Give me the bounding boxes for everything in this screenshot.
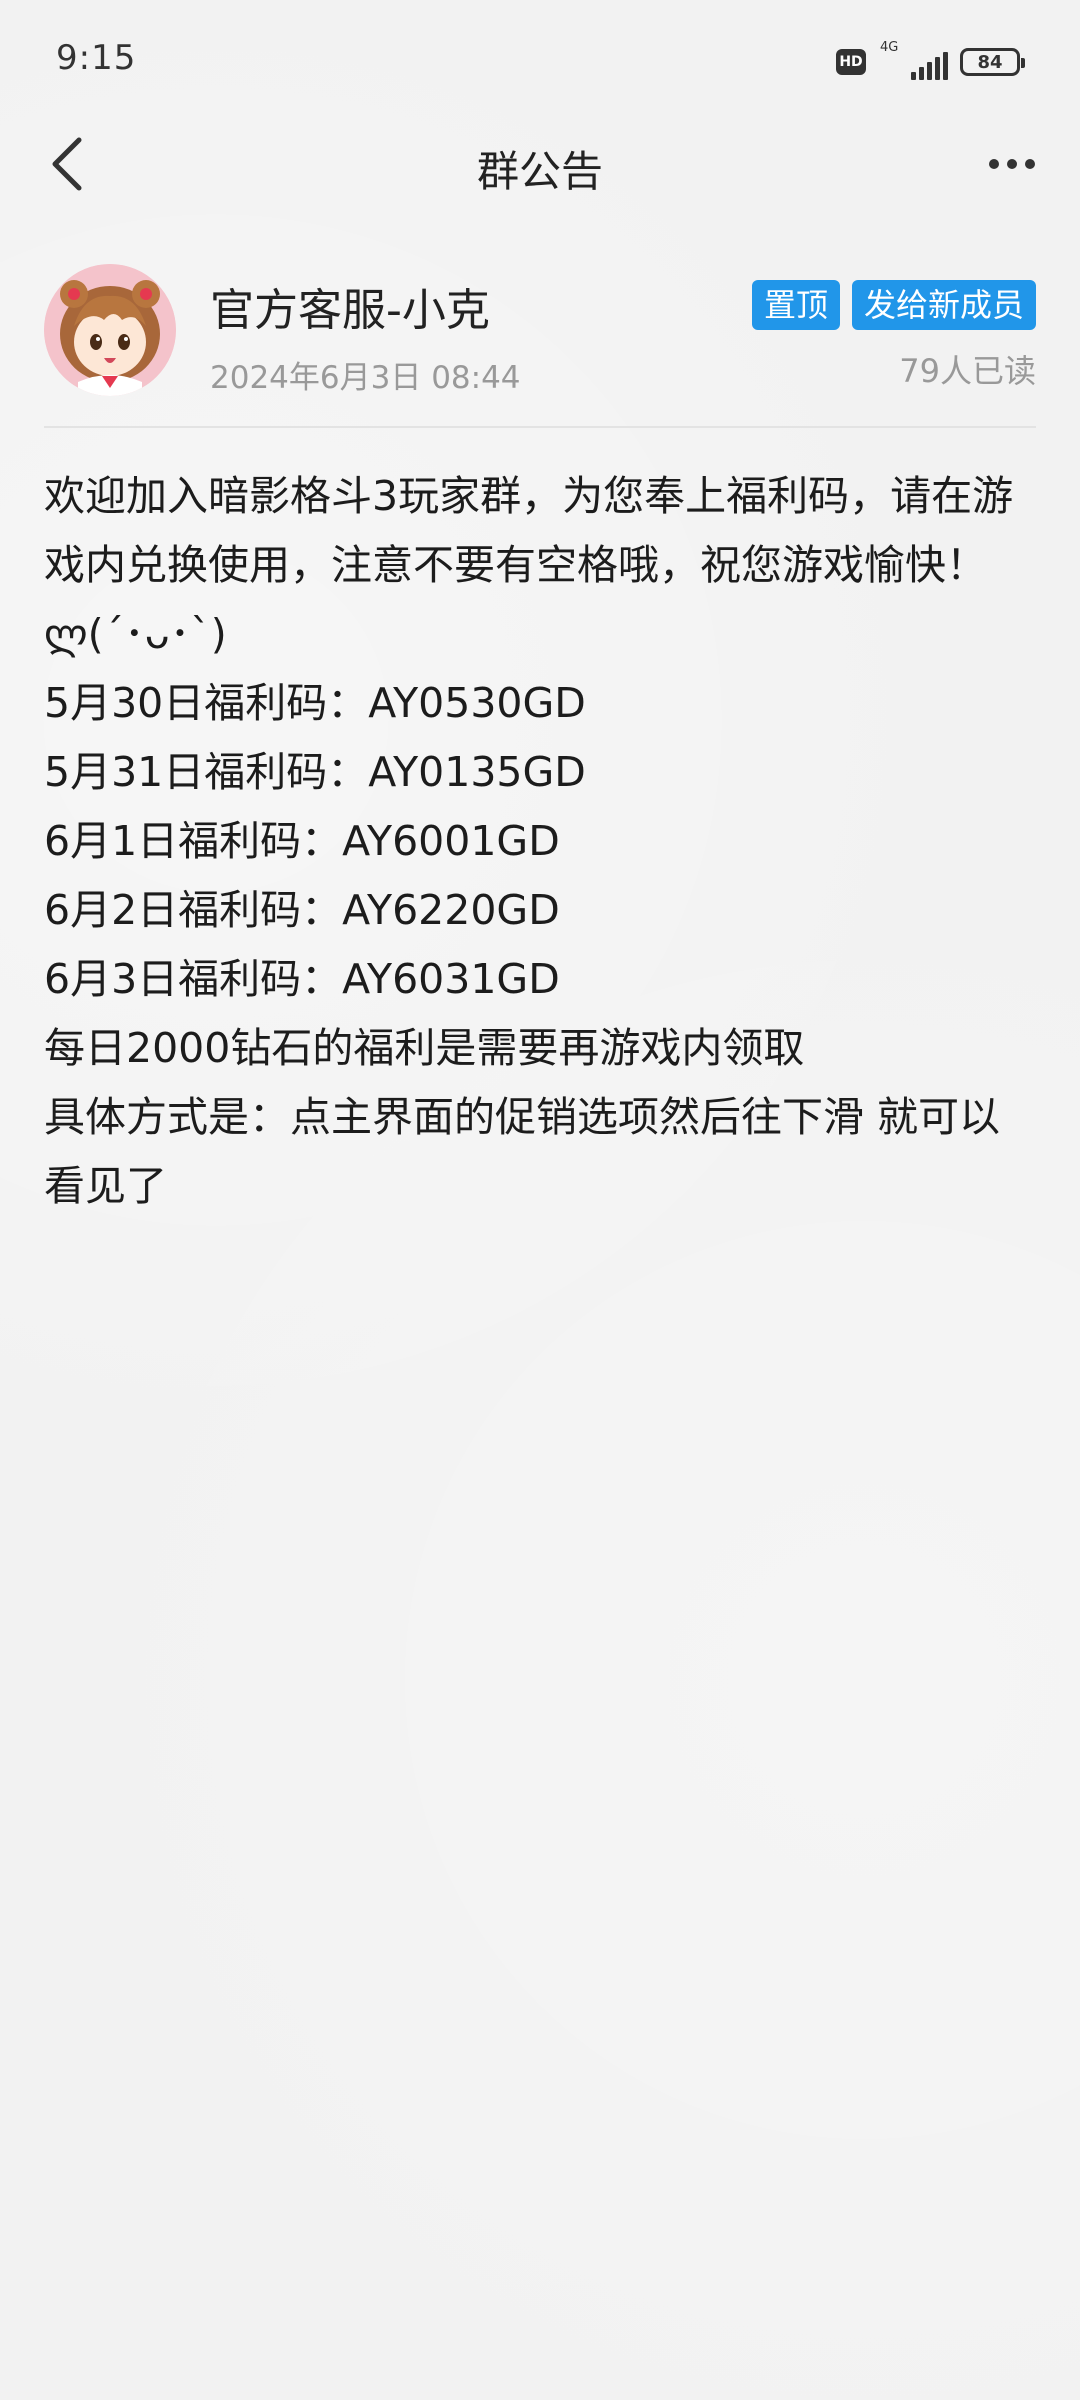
battery-level: 84 (977, 51, 1003, 73)
author-name[interactable]: 官方客服-小克 (210, 274, 490, 338)
content-paragraph: 每日2000钻石的福利是需要再游戏内领取 (44, 1024, 805, 1072)
avatar[interactable] (44, 264, 176, 396)
post-time: 2024年6月3日 08:44 (210, 360, 521, 396)
network-type: 4G (880, 40, 899, 55)
content-paragraph: 欢迎加入暗影格斗3玩家群，为您奉上福利码，请在游戏内兑换使用，注意不要有空格哦，… (44, 472, 1014, 658)
pinned-tag: 置顶 (751, 280, 840, 330)
status-icons: HD 4G 84 (836, 40, 1025, 80)
hd-icon: HD (836, 49, 866, 75)
send-to-new-members-tag: 发给新成员 (851, 280, 1036, 330)
header: 群公告 (0, 120, 1080, 210)
battery-icon: 84 (960, 48, 1025, 76)
content-paragraph: 5月30日福利码：AY0530GD (44, 679, 586, 727)
announcement-author: 官方客服-小克 2024年6月3日 08:44 置顶 发给新成员 79人已读 (44, 262, 1036, 402)
read-count[interactable]: 79人已读 (899, 346, 1036, 392)
signal-icon: 4G (878, 40, 948, 80)
more-dots-icon (989, 159, 999, 169)
content-paragraph: 具体方式是：点主界面的促销选项然后往下滑 就可以看见了 (44, 1093, 1001, 1210)
anime-girl-avatar-icon (44, 264, 176, 396)
divider (44, 426, 1036, 428)
content-paragraph: 6月3日福利码：AY6031GD (44, 955, 560, 1003)
tag-list: 置顶 发给新成员 (751, 280, 1036, 330)
page-title: 群公告 (476, 147, 603, 196)
content-paragraph: 5月31日福利码：AY0135GD (44, 748, 586, 796)
announcement-content: 欢迎加入暗影格斗3玩家群，为您奉上福利码，请在游戏内兑换使用，注意不要有空格哦，… (44, 462, 1040, 1221)
content-paragraph: 6月1日福利码：AY6001GD (44, 817, 560, 865)
content-paragraph: 6月2日福利码：AY6220GD (44, 886, 560, 934)
status-bar: 9:15 HD 4G 84 (0, 0, 1080, 120)
screen: 9:15 HD 4G 84 群公告 官方客服-小克 2024年6月3日 08:4… (0, 0, 1080, 2400)
status-time: 9:15 (56, 38, 137, 78)
more-button[interactable] (980, 136, 1044, 192)
